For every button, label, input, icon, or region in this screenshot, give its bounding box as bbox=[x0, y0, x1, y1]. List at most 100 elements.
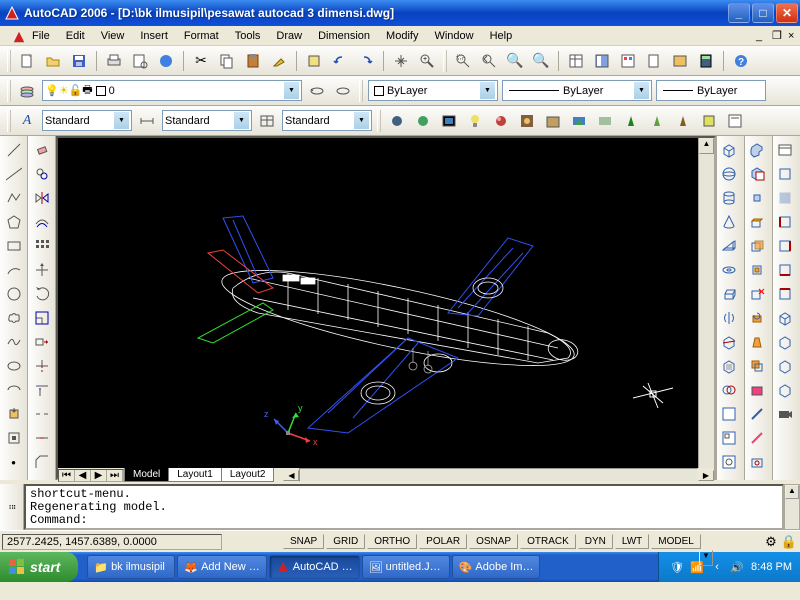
top-view-button[interactable] bbox=[773, 163, 797, 185]
tray-clock[interactable]: 8:48 PM bbox=[751, 561, 792, 573]
taskbar-item[interactable]: AutoCAD … bbox=[269, 555, 360, 579]
redo-button[interactable] bbox=[354, 49, 378, 73]
render-pref-button[interactable] bbox=[697, 109, 721, 133]
camera-button[interactable] bbox=[773, 403, 797, 425]
make-block-button[interactable] bbox=[2, 427, 26, 449]
tab-prev-button[interactable]: ◀ bbox=[75, 470, 91, 481]
subtract-button[interactable] bbox=[745, 163, 769, 185]
menu-dimension[interactable]: Dimension bbox=[310, 28, 378, 44]
interference-button[interactable] bbox=[717, 379, 741, 401]
model-viewport[interactable]: x y z bbox=[58, 138, 698, 468]
plot-button[interactable] bbox=[102, 49, 126, 73]
delete-face-button[interactable] bbox=[745, 283, 769, 305]
join-button[interactable] bbox=[30, 427, 54, 449]
snap-toggle[interactable]: SNAP bbox=[283, 534, 324, 549]
status-comm-icon[interactable]: 🔒 bbox=[780, 531, 798, 553]
grid-toggle[interactable]: GRID bbox=[326, 534, 365, 549]
dimstyle-combo[interactable]: Standard ▼ bbox=[162, 110, 252, 131]
osnap-toggle[interactable]: OSNAP bbox=[469, 534, 518, 549]
designcenter-button[interactable] bbox=[590, 49, 614, 73]
array-button[interactable] bbox=[30, 235, 54, 257]
minimize-button[interactable]: _ bbox=[728, 3, 750, 23]
color-edge-button[interactable] bbox=[745, 427, 769, 449]
trim-button[interactable] bbox=[30, 355, 54, 377]
markup-button[interactable] bbox=[668, 49, 692, 73]
menu-help[interactable]: Help bbox=[482, 28, 521, 44]
scene-button[interactable] bbox=[437, 109, 461, 133]
menu-window[interactable]: Window bbox=[426, 28, 481, 44]
command-scrollbar[interactable]: ▲ bbox=[784, 484, 800, 530]
textstyle-icon[interactable]: A bbox=[15, 109, 39, 133]
materials-button[interactable] bbox=[489, 109, 513, 133]
toolpalettes-button[interactable] bbox=[616, 49, 640, 73]
left-view-button[interactable] bbox=[773, 211, 797, 233]
open-button[interactable] bbox=[41, 49, 65, 73]
sphere-button[interactable] bbox=[717, 163, 741, 185]
toolbar-grip[interactable] bbox=[443, 50, 447, 72]
stretch-button[interactable] bbox=[30, 331, 54, 353]
point-button[interactable]: • bbox=[2, 451, 26, 473]
offset-button[interactable] bbox=[30, 211, 54, 233]
color-combo[interactable]: ByLayer ▼ bbox=[368, 80, 498, 101]
ellipse-button[interactable] bbox=[2, 355, 26, 377]
sheetset-button[interactable] bbox=[642, 49, 666, 73]
save-button[interactable] bbox=[67, 49, 91, 73]
background-button[interactable] bbox=[567, 109, 591, 133]
cone-button[interactable] bbox=[717, 211, 741, 233]
publish-button[interactable] bbox=[154, 49, 178, 73]
lineweight-combo[interactable]: ByLayer bbox=[656, 80, 766, 101]
union-button[interactable] bbox=[745, 139, 769, 161]
bottom-view-button[interactable] bbox=[773, 187, 797, 209]
toolbar-grip[interactable] bbox=[7, 50, 11, 72]
dyn-toggle[interactable]: DYN bbox=[578, 534, 613, 549]
light-button[interactable] bbox=[463, 109, 487, 133]
landscape-lib-button[interactable] bbox=[671, 109, 695, 133]
undo-button[interactable] bbox=[328, 49, 352, 73]
copy-object-button[interactable] bbox=[30, 163, 54, 185]
revcloud-button[interactable] bbox=[2, 307, 26, 329]
zoom-in-button[interactable]: 🔍 bbox=[503, 49, 527, 73]
model-toggle[interactable]: MODEL bbox=[651, 534, 701, 549]
menu-file[interactable]: File bbox=[24, 28, 58, 44]
toolbar-grip[interactable] bbox=[7, 110, 11, 132]
move-face-button[interactable] bbox=[745, 235, 769, 257]
chamfer-button[interactable] bbox=[30, 451, 54, 473]
layer-states-button[interactable] bbox=[331, 79, 355, 103]
horizontal-scrollbar[interactable] bbox=[299, 468, 698, 482]
polar-toggle[interactable]: POLAR bbox=[419, 534, 467, 549]
qnew-button[interactable] bbox=[15, 49, 39, 73]
mirror-button[interactable] bbox=[30, 187, 54, 209]
rotate-button[interactable] bbox=[30, 283, 54, 305]
quickcalc-button[interactable] bbox=[694, 49, 718, 73]
insert-block-button[interactable] bbox=[2, 403, 26, 425]
status-tray-icon[interactable]: ⚙ bbox=[762, 531, 780, 553]
taskbar-item[interactable]: 🦊 Add New … bbox=[177, 555, 266, 579]
mdi-app-icon[interactable] bbox=[4, 28, 20, 44]
fog-button[interactable] bbox=[593, 109, 617, 133]
mdi-minimize-button[interactable]: _ bbox=[748, 28, 764, 44]
copy-button[interactable] bbox=[215, 49, 239, 73]
landscape-new-button[interactable] bbox=[619, 109, 643, 133]
taskbar-item[interactable]: 📁 bk ilmusipil bbox=[87, 555, 175, 579]
spline-button[interactable] bbox=[2, 331, 26, 353]
revolve-button[interactable] bbox=[717, 307, 741, 329]
linetype-combo[interactable]: ByLayer ▼ bbox=[502, 80, 652, 101]
zoom-realtime-button[interactable]: + bbox=[415, 49, 439, 73]
zoom-previous-button[interactable] bbox=[477, 49, 501, 73]
intersect-button[interactable] bbox=[745, 187, 769, 209]
extrude-face-button[interactable] bbox=[745, 211, 769, 233]
toolbar-grip[interactable] bbox=[359, 80, 363, 102]
se-iso-button[interactable] bbox=[773, 331, 797, 353]
statistics-button[interactable] bbox=[723, 109, 747, 133]
hide-button[interactable] bbox=[385, 109, 409, 133]
toolbar-grip[interactable] bbox=[377, 110, 381, 132]
zoom-window-button[interactable] bbox=[451, 49, 475, 73]
layer-previous-button[interactable] bbox=[305, 79, 329, 103]
extend-button[interactable] bbox=[30, 379, 54, 401]
block-editor-button[interactable] bbox=[302, 49, 326, 73]
vertical-scrollbar[interactable]: ▲ ▼ bbox=[698, 138, 714, 468]
circle-button[interactable] bbox=[2, 283, 26, 305]
xline-button[interactable] bbox=[2, 163, 26, 185]
tray-volume-icon[interactable]: 🔊 bbox=[729, 559, 745, 575]
tab-model[interactable]: Model bbox=[124, 468, 169, 482]
